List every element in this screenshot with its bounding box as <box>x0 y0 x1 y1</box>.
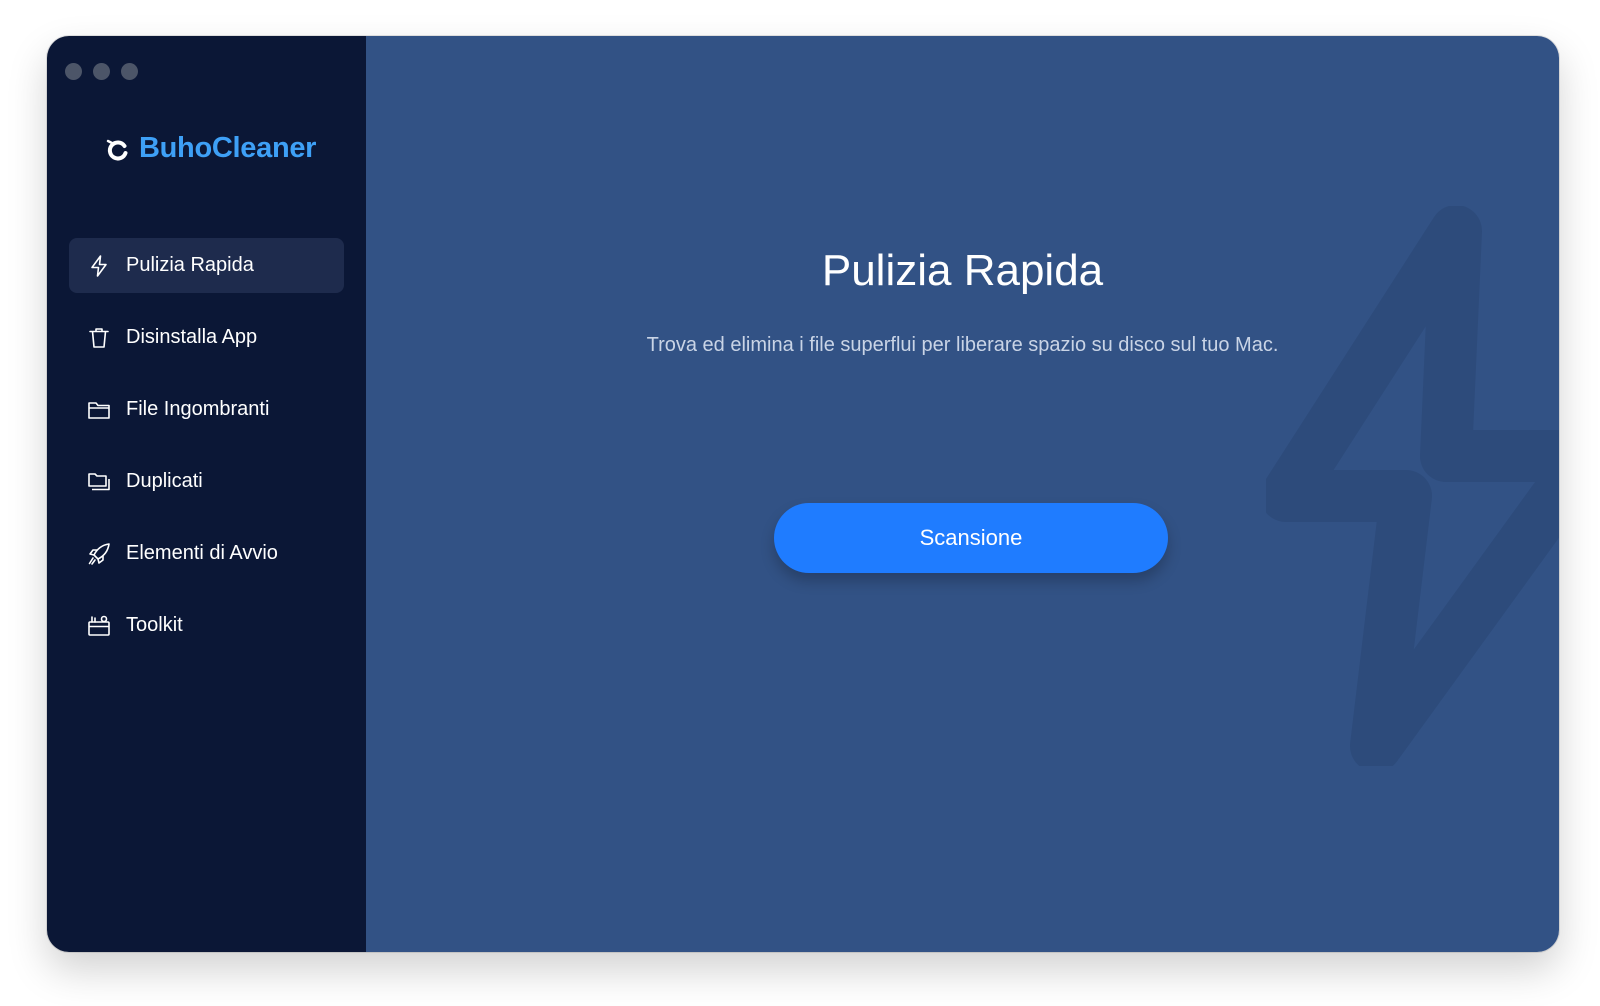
app-logo: BuhoCleaner <box>105 132 316 165</box>
sidebar-item-pulizia-rapida[interactable]: Pulizia Rapida <box>69 238 344 293</box>
sidebar-item-duplicati[interactable]: Duplicati <box>69 454 344 509</box>
sidebar-item-label: Pulizia Rapida <box>126 254 254 276</box>
page-description: Trova ed elimina i file superflui per li… <box>646 334 1279 356</box>
window-controls <box>65 63 138 80</box>
sidebar: BuhoCleaner Pulizia Rapida Disinstalla A… <box>47 36 366 952</box>
folder-icon <box>88 401 110 419</box>
duplicate-folder-icon <box>88 472 110 490</box>
trash-icon <box>89 327 109 348</box>
zoom-window-button[interactable] <box>121 63 138 80</box>
rocket-icon <box>88 542 110 565</box>
sidebar-item-label: Duplicati <box>126 470 203 492</box>
sidebar-item-elementi-di-avvio[interactable]: Elementi di Avvio <box>69 526 344 581</box>
sidebar-item-label: File Ingombranti <box>126 398 270 420</box>
sidebar-item-label: Disinstalla App <box>126 326 258 348</box>
close-window-button[interactable] <box>65 63 82 80</box>
sidebar-item-file-ingombranti[interactable]: File Ingombranti <box>69 382 344 437</box>
scan-button[interactable]: Scansione <box>774 503 1168 573</box>
sidebar-item-toolkit[interactable]: Toolkit <box>69 598 344 653</box>
sidebar-item-label: Toolkit <box>126 614 183 636</box>
minimize-window-button[interactable] <box>93 63 110 80</box>
main-panel: Pulizia Rapida Trova ed elimina i file s… <box>366 36 1559 952</box>
sidebar-item-disinstalla-app[interactable]: Disinstalla App <box>69 310 344 365</box>
owl-logo-icon <box>106 139 128 160</box>
bolt-icon <box>91 254 107 277</box>
sidebar-item-label: Elementi di Avvio <box>126 542 278 564</box>
sidebar-nav: Pulizia Rapida Disinstalla App File Ingo… <box>69 238 344 670</box>
app-name: BuhoCleaner <box>139 132 317 164</box>
toolbox-icon <box>88 615 110 636</box>
app-window: BuhoCleaner Pulizia Rapida Disinstalla A… <box>47 36 1559 952</box>
page-title: Pulizia Rapida <box>821 246 1104 295</box>
